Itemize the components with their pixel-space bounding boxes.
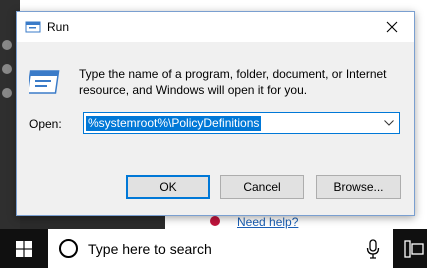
microphone-icon[interactable] — [366, 239, 380, 259]
task-view-icon[interactable] — [404, 240, 424, 258]
browse-button[interactable]: Browse... — [316, 175, 401, 199]
close-button[interactable] — [370, 12, 414, 42]
background-icon — [2, 64, 12, 74]
ok-button[interactable]: OK — [126, 175, 210, 199]
need-help-link[interactable]: Need help? — [237, 215, 298, 229]
run-app-icon — [25, 21, 41, 33]
close-icon — [386, 21, 398, 33]
dropdown-button[interactable] — [382, 116, 396, 130]
cancel-button[interactable]: Cancel — [220, 175, 304, 199]
background-icon — [2, 40, 12, 50]
start-button[interactable] — [0, 229, 48, 268]
taskbar: Type here to search — [0, 229, 427, 268]
help-icon — [210, 216, 220, 226]
open-combobox[interactable]: %systemroot%\PolicyDefinitions — [83, 112, 400, 134]
dialog-title: Run — [47, 20, 70, 34]
background-icon — [2, 88, 12, 98]
chevron-down-icon — [384, 120, 394, 126]
title-bar[interactable]: Run — [17, 12, 414, 42]
run-icon — [29, 70, 60, 94]
windows-logo-icon — [16, 240, 32, 257]
background-strip — [20, 215, 165, 229]
search-placeholder: Type here to search — [88, 241, 212, 257]
open-label: Open: — [29, 117, 62, 131]
cortana-icon — [59, 239, 78, 258]
open-input-value[interactable]: %systemroot%\PolicyDefinitions — [86, 116, 262, 131]
run-dialog: Run Type the name of a program, folder, … — [16, 11, 415, 216]
open-label-text: Open: — [29, 117, 62, 131]
dialog-description: Type the name of a program, folder, docu… — [79, 67, 387, 97]
taskbar-search-box[interactable]: Type here to search — [48, 229, 393, 268]
